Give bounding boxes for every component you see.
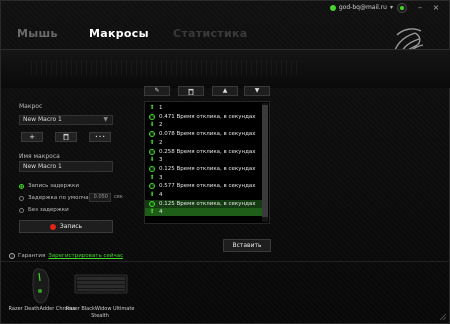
chevron-down-icon: ▾ (389, 4, 393, 11)
main-tabs: Мышь Макросы Статистика (1, 23, 381, 49)
event-text: 0.577 Время отклика, в секундах (159, 183, 256, 190)
razer-status-icon[interactable] (397, 3, 407, 13)
clock-icon: ◷ (149, 200, 155, 207)
default-delay-input[interactable]: 0.050 (89, 193, 111, 202)
warranty-label: Гарантия (18, 253, 46, 259)
key-up-icon: ⬆ (149, 138, 155, 146)
event-row[interactable]: ⬆ 3 (145, 174, 263, 182)
event-row[interactable]: ⬆ 4 (145, 208, 263, 217)
scrollbar[interactable] (262, 103, 268, 222)
trash-icon (63, 133, 69, 141)
event-text: 3 (159, 157, 163, 164)
delay-unit: сек (114, 194, 123, 200)
record-delay-label: Запись задержки (28, 183, 79, 189)
insert-button[interactable]: Вставить (223, 239, 271, 252)
event-text: 1 (159, 105, 163, 111)
event-row[interactable]: ⬇ 2 (145, 121, 263, 129)
device-name: Razer BlackWidow Ultimate Stealth (65, 306, 135, 319)
macro-select[interactable]: New Macro 1 ▼ (19, 115, 113, 125)
clock-icon: ◷ (149, 165, 155, 172)
macro-select-value: New Macro 1 (23, 116, 62, 123)
event-text: 0.471 Время отклика, в секундах (159, 113, 256, 120)
event-row[interactable]: ◷ 0.125 Время отклика, в секундах (145, 199, 263, 208)
event-text: 2 (159, 122, 163, 129)
event-row[interactable]: ◷ 0.471 Время отклика, в секундах (145, 113, 263, 121)
event-text: 0.258 Время отклика, в секундах (159, 148, 256, 155)
event-text: 0.125 Время отклика, в секундах (159, 200, 256, 207)
event-row[interactable]: ⬆ 2 (145, 139, 263, 147)
key-down-icon: ⬇ (149, 156, 155, 164)
event-row[interactable]: ⬇ 4 (145, 191, 263, 199)
macro-select-label: Макрос (19, 103, 43, 110)
delete-event-button[interactable] (178, 86, 204, 96)
key-up-icon: ⬆ (149, 104, 155, 111)
radio-icon (19, 183, 24, 189)
event-text: 3 (159, 174, 163, 181)
event-text: 4 (159, 209, 163, 216)
event-row[interactable]: ◷ 0.258 Время отклика, в секундах (145, 148, 263, 156)
online-status-icon (329, 4, 336, 11)
keyboard-device-icon (74, 274, 128, 294)
title-bar: god-bq@mail.ru ▾ – × (1, 1, 450, 19)
footer-divider (1, 261, 450, 262)
trash-icon (188, 88, 194, 96)
key-up-icon: ⬆ (149, 208, 155, 216)
minimize-button[interactable]: – (415, 3, 425, 13)
delete-macro-button[interactable] (55, 132, 77, 142)
event-row[interactable]: ◷ 0.125 Время отклика, в секундах (145, 165, 263, 173)
key-up-icon: ⬆ (149, 173, 155, 181)
macro-name-input[interactable]: New Macro 1 (19, 161, 113, 172)
move-up-button[interactable]: ▲ (212, 86, 238, 96)
edit-event-button[interactable]: ✎ (144, 86, 170, 96)
no-delay-label: Без задержки (28, 207, 69, 213)
close-button[interactable]: × (431, 3, 441, 13)
record-button[interactable]: Запись (19, 220, 113, 233)
device-blackwidow[interactable]: Razer BlackWidow Ultimate Stealth (65, 265, 135, 319)
more-options-button[interactable]: • • • (89, 132, 111, 142)
scrollbar-thumb[interactable] (262, 105, 268, 217)
event-row[interactable]: ⬇ 3 (145, 156, 263, 164)
tab-mouse[interactable]: Мышь (17, 27, 58, 40)
macro-name-label: Имя макроса (19, 153, 60, 160)
default-delay-option[interactable]: Задержка по умолчанию 0.050 сек (19, 193, 129, 202)
clock-icon: ◷ (149, 113, 155, 120)
key-down-icon: ⬇ (149, 191, 155, 198)
resize-handle-icon[interactable] (440, 314, 446, 320)
clock-icon: ◷ (149, 148, 155, 155)
account-email: god-bq@mail.ru (338, 4, 387, 11)
event-row[interactable]: ◷ 0.078 Время отклика, в секундах (145, 130, 263, 138)
event-row[interactable]: ◷ 0.577 Время отклика, в секундах (145, 182, 263, 190)
header-band (1, 49, 450, 88)
record-icon (49, 223, 56, 230)
macro-event-list[interactable]: ⬆ 1 ◷ 0.471 Время отклика, в секундах ⬇ 2 ◷ 0.0… (144, 101, 270, 224)
chevron-down-icon: ▼ (103, 116, 108, 123)
add-macro-button[interactable]: + (21, 132, 43, 142)
clock-icon: ◷ (149, 183, 155, 190)
record-delay-option[interactable]: Запись задержки (19, 183, 79, 189)
tab-statistics[interactable]: Статистика (173, 27, 247, 40)
event-row[interactable]: ⬆ 1 (145, 104, 263, 112)
register-now-link[interactable]: Зарегистрировать сейчас (48, 253, 123, 259)
event-text: 0.125 Время отклика, в секундах (159, 165, 256, 172)
radio-icon (19, 207, 24, 213)
account-menu[interactable]: god-bq@mail.ru ▾ (329, 4, 393, 11)
event-text: 2 (159, 139, 163, 146)
clock-icon: ◷ (149, 131, 155, 138)
event-text: 4 (159, 192, 163, 198)
warranty-bar: i Гарантия Зарегистрировать сейчас (9, 253, 123, 259)
radio-icon (19, 195, 24, 201)
move-down-button[interactable]: ▼ (244, 86, 270, 96)
no-delay-option[interactable]: Без задержки (19, 207, 69, 213)
synapse-window: god-bq@mail.ru ▾ – × Мышь Макросы Статис… (0, 0, 450, 324)
event-text: 0.078 Время отклика, в секундах (159, 131, 256, 138)
record-label: Запись (59, 223, 83, 230)
tab-macros[interactable]: Макросы (89, 27, 149, 40)
info-icon: i (9, 253, 15, 259)
key-down-icon: ⬇ (149, 121, 155, 129)
